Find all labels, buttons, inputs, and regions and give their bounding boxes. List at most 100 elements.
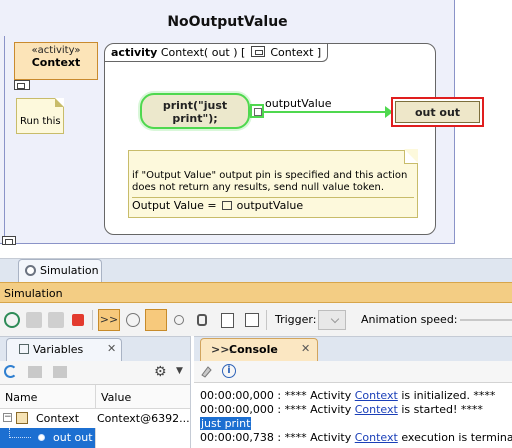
tree-connector bbox=[9, 428, 31, 438]
activity-frame-header: activity Context( out ) [ Context ] bbox=[105, 44, 329, 62]
console-line: 00:00:00,000 : **** Activity Context is … bbox=[200, 403, 483, 416]
simulation-tab-label: Simulation bbox=[40, 264, 99, 277]
console-line-text: 00:00:00,738 : **** Activity bbox=[200, 431, 355, 444]
tab-variables[interactable]: Variables ✕ bbox=[6, 338, 122, 361]
simulation-toolbar: >> Trigger: Animation speed: bbox=[0, 303, 512, 336]
table-row[interactable]: − Context Context@6392... bbox=[0, 409, 190, 428]
animation-mode-button[interactable]: >> bbox=[98, 309, 120, 331]
variables-table-header: Name Value bbox=[0, 385, 190, 409]
out-parameter-node[interactable]: out out bbox=[391, 97, 484, 127]
trigger-label: Trigger: bbox=[275, 313, 317, 326]
simulation-title: Simulation bbox=[4, 287, 63, 300]
pin-reference-icon bbox=[222, 201, 233, 210]
console-line: just print bbox=[200, 417, 252, 430]
variable-name: out out bbox=[53, 431, 93, 444]
activity-frame[interactable]: activity Context( out ) [ Context ] prin… bbox=[104, 43, 484, 235]
note-divider bbox=[132, 197, 414, 198]
note-expression-key: Output Value = bbox=[132, 199, 217, 212]
note-expression: Output Value = outputValue bbox=[132, 200, 303, 212]
console-selected-text[interactable]: just print bbox=[200, 417, 252, 430]
console-toolbar: i bbox=[194, 361, 512, 383]
info-icon[interactable]: i bbox=[222, 364, 236, 378]
console-line-text: 00:00:00,000 : **** Activity bbox=[200, 403, 355, 416]
note-fold-corner bbox=[404, 149, 418, 164]
close-icon[interactable]: ✕ bbox=[301, 342, 310, 355]
breakpoint-icon[interactable] bbox=[126, 313, 140, 327]
simulation-title-bar: Simulation bbox=[0, 282, 512, 303]
note-expression-value: outputValue bbox=[236, 199, 304, 212]
collapse-icon[interactable]: − bbox=[3, 413, 12, 422]
variable-value: Context@6392... bbox=[97, 412, 190, 425]
activity-stereotype: «activity» bbox=[31, 45, 81, 56]
trigger-select[interactable] bbox=[318, 310, 346, 330]
toolbar-separator bbox=[266, 310, 267, 330]
activity-signature-name: Context bbox=[270, 46, 314, 59]
close-icon[interactable]: ✕ bbox=[107, 342, 116, 355]
table-row[interactable]: out out bbox=[0, 428, 190, 448]
toolbar-separator bbox=[92, 310, 93, 330]
console-output[interactable]: 00:00:00,000 : **** Activity Context is … bbox=[194, 383, 512, 448]
column-divider[interactable] bbox=[95, 385, 96, 409]
remove-value-icon[interactable] bbox=[53, 366, 67, 378]
action-line-1: print("just bbox=[162, 99, 228, 112]
console-line-text: is initialized. **** bbox=[397, 389, 496, 402]
activity-class-shape[interactable]: «activity» Context bbox=[14, 42, 98, 80]
out-parameter-label: out out bbox=[395, 101, 480, 123]
parameter-icon bbox=[38, 434, 45, 441]
export-icon[interactable] bbox=[221, 313, 234, 328]
action-line-2: print"); bbox=[172, 112, 218, 125]
frame-divider bbox=[4, 36, 5, 244]
variables-icon bbox=[19, 344, 29, 354]
column-name-header[interactable]: Name bbox=[5, 391, 37, 404]
tab-console[interactable]: >>. Console ✕ bbox=[200, 338, 318, 361]
context-link[interactable]: Context bbox=[355, 431, 398, 444]
chevron-down-icon[interactable]: ▼ bbox=[176, 366, 183, 376]
pane-splitter[interactable] bbox=[190, 336, 191, 448]
animation-speed-label: Animation speed: bbox=[361, 313, 458, 326]
console-line: 00:00:00,000 : **** Activity Context is … bbox=[200, 389, 495, 402]
output-pin[interactable] bbox=[250, 104, 264, 118]
activity-keyword: activity bbox=[111, 46, 158, 59]
sequence-diagram-icon[interactable] bbox=[245, 313, 259, 327]
activity-object-icon bbox=[16, 412, 28, 424]
variable-value[interactable] bbox=[95, 428, 190, 448]
variable-name: Context bbox=[36, 412, 80, 425]
stop-icon[interactable] bbox=[72, 314, 84, 326]
diagram-corner-icon[interactable] bbox=[2, 236, 16, 245]
object-flow-line[interactable] bbox=[264, 111, 388, 113]
diagram-canvas[interactable]: NoOutputValue «activity» Context Run thi… bbox=[0, 0, 512, 252]
add-value-icon[interactable] bbox=[28, 366, 42, 378]
comment-note-text: if "Output Value" output pin is specifie… bbox=[132, 170, 408, 193]
tab-simulation[interactable]: Simulation bbox=[18, 259, 102, 282]
refresh-icon[interactable] bbox=[4, 365, 17, 378]
run-note[interactable]: Run this bbox=[16, 98, 64, 134]
lock-icon[interactable] bbox=[197, 314, 207, 326]
activity-diagram-icon bbox=[250, 46, 265, 57]
diagram-title: NoOutputValue bbox=[167, 14, 288, 30]
console-icon: >>. bbox=[211, 343, 234, 356]
context-link[interactable]: Context bbox=[355, 389, 398, 402]
comment-note[interactable]: if "Output Value" output pin is specifie… bbox=[128, 149, 418, 218]
animation-speed-slider[interactable] bbox=[460, 319, 512, 321]
variables-toolbar: ⚙ ▼ bbox=[0, 361, 190, 385]
step-over-icon[interactable] bbox=[48, 312, 64, 328]
console-line: 00:00:00,738 : **** Activity Context exe… bbox=[200, 431, 512, 444]
connector-icon[interactable] bbox=[174, 315, 184, 325]
diagram-frame[interactable]: NoOutputValue «activity» Context Run thi… bbox=[0, 0, 484, 244]
activity-signature: Context( out ) [ bbox=[160, 46, 246, 59]
simulation-gear-icon bbox=[25, 265, 36, 276]
step-into-icon[interactable] bbox=[26, 312, 42, 328]
activity-signature-end: ] bbox=[316, 46, 322, 59]
clear-console-icon[interactable] bbox=[200, 365, 213, 378]
column-value-header[interactable]: Value bbox=[101, 391, 131, 404]
variables-tab-label: Variables bbox=[33, 343, 84, 356]
console-line-text: 00:00:00,000 : **** Activity bbox=[200, 389, 355, 402]
auto-open-diagram-button[interactable] bbox=[145, 309, 167, 331]
diagram-link-icon[interactable] bbox=[14, 80, 30, 90]
console-line-text: execution is terminated. ** bbox=[401, 431, 512, 444]
run-note-text: Run this bbox=[20, 116, 61, 127]
settings-gear-icon[interactable]: ⚙ bbox=[154, 364, 167, 380]
print-action-node[interactable]: print("just print"); bbox=[140, 93, 250, 129]
context-link[interactable]: Context bbox=[355, 403, 398, 416]
run-icon[interactable] bbox=[4, 312, 20, 328]
